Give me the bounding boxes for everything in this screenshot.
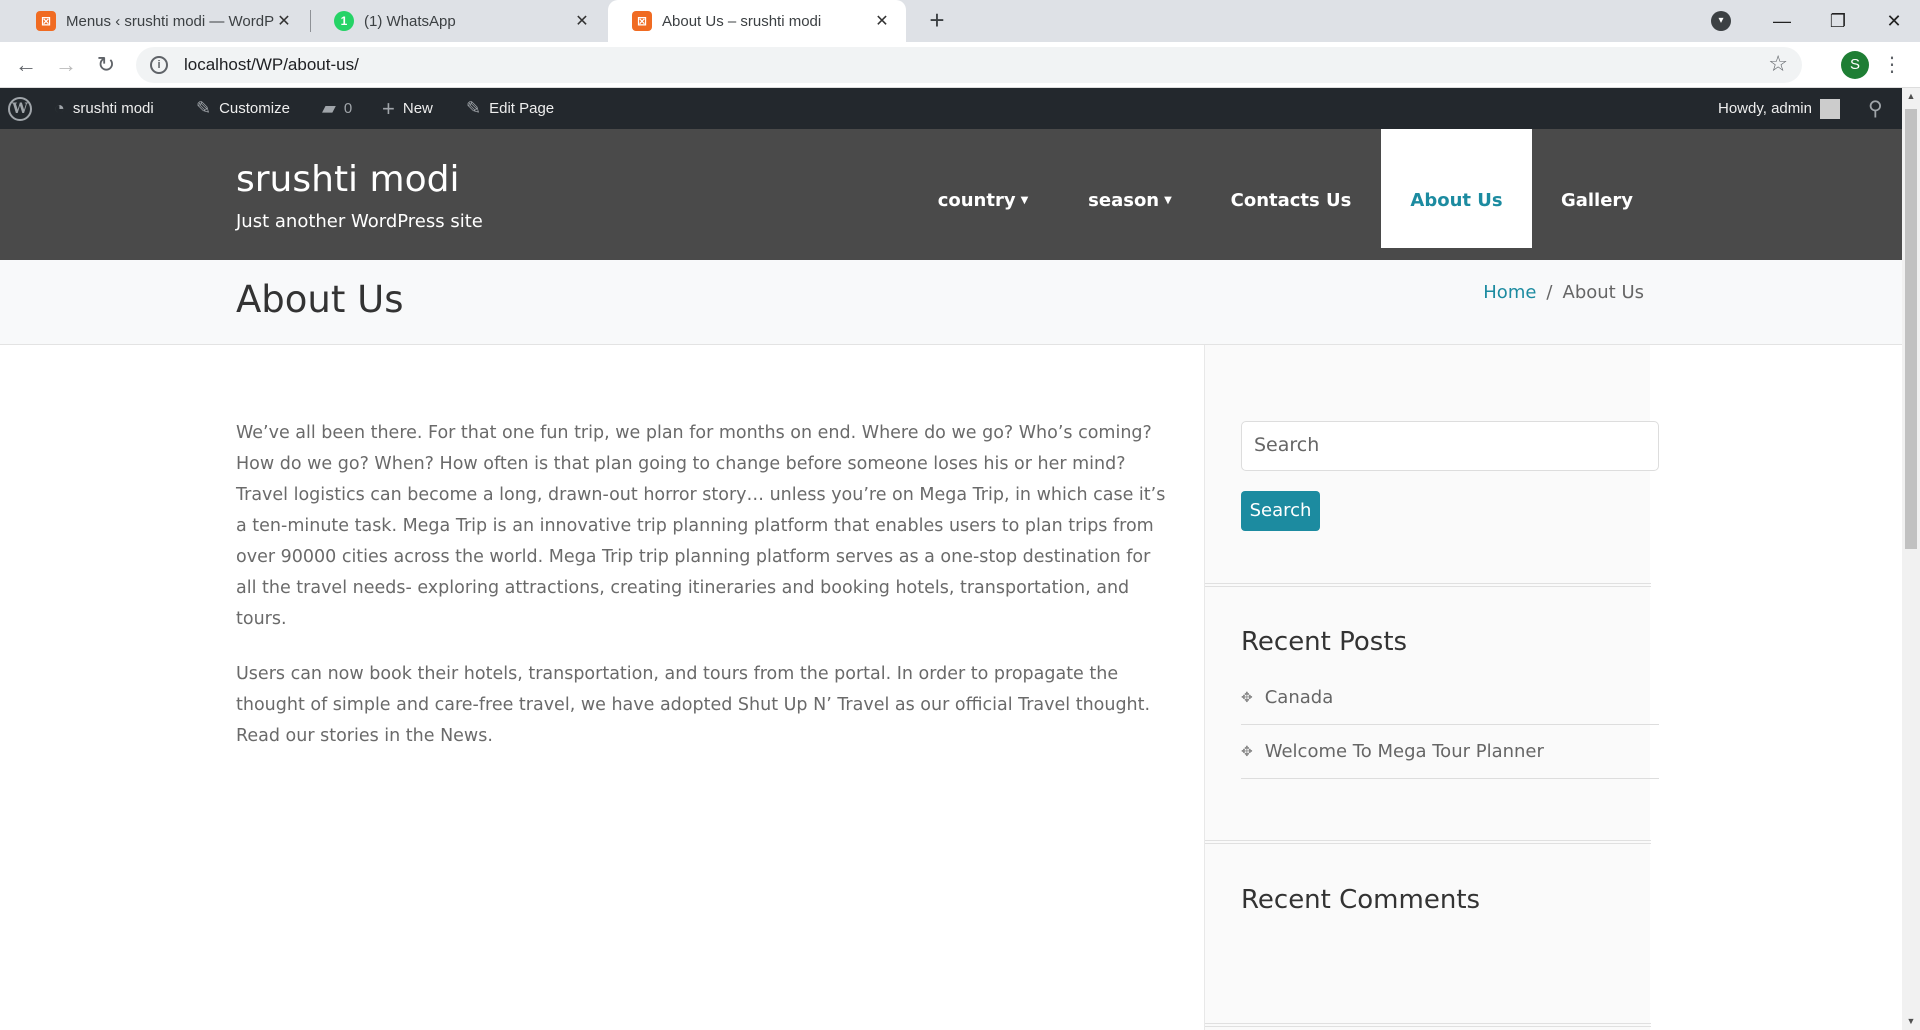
browser-toolbar: ← → ↻ i localhost/WP/about-us/ ☆ S ⋮ [0,42,1920,88]
close-icon[interactable]: ✕ [872,11,892,31]
browser-tab-strip: ⊠ Menus ‹ srushti modi — WordPre ✕ 1 (1)… [0,0,1920,42]
search-icon: ⚲ [1868,98,1883,120]
widget-divider [1205,840,1651,844]
admin-search-button[interactable]: ⚲ [1868,88,1883,129]
menu-item-label: About Us [1410,190,1503,211]
scroll-down-arrow-icon[interactable]: ▼ [1902,1013,1920,1030]
breadcrumb-current: About Us [1562,282,1645,303]
xampp-icon: ⊠ [632,11,652,31]
close-icon[interactable]: ✕ [572,11,592,31]
caret-down-icon: ▼ [1020,195,1029,206]
comments-link[interactable]: ▰ 0 [322,88,352,129]
close-icon[interactable]: ✕ [274,11,294,31]
search-button[interactable]: Search [1241,491,1320,531]
site-name-label: srushti modi [72,100,154,117]
page-title: About Us [236,278,404,321]
wordpress-logo-button[interactable]: W [8,88,32,129]
breadcrumb-separator: / [1546,282,1553,303]
site-header: srushti modi Just another WordPress site… [0,129,1902,260]
new-tab-button[interactable]: + [922,6,952,36]
menu-item-country[interactable]: country ▼ [908,129,1058,248]
content-paragraph: We’ve all been there. For that one fun t… [236,423,1166,629]
comments-count: 0 [343,100,353,117]
customize-link[interactable]: ✎ Customize [196,88,290,129]
menu-item-label: country [937,190,1016,211]
site-tagline: Just another WordPress site [236,211,483,232]
page-title-bar: About Us Home / About Us [0,260,1902,345]
tab-title: About Us – srushti modi [662,12,822,30]
menu-item-season[interactable]: season ▼ [1058,129,1202,248]
xampp-icon: ⊠ [36,11,56,31]
new-content-link[interactable]: + New [382,88,433,129]
site-name-link[interactable]: ◔ srushti modi [54,88,154,129]
menu-item-label: season [1088,190,1160,211]
user-avatar-icon [1819,98,1840,119]
edit-page-label: Edit Page [489,100,555,117]
minimize-button[interactable]: — [1754,0,1810,42]
menu-item-label: Contacts Us [1230,190,1352,211]
new-label: New [402,100,433,117]
menu-item-gallery[interactable]: Gallery [1532,129,1662,248]
wordpress-icon: W [8,96,32,121]
menu-item-label: Gallery [1560,190,1634,211]
tab-title: (1) WhatsApp [364,12,456,30]
breadcrumb-home-link[interactable]: Home [1483,282,1536,303]
widget-divider [1205,583,1651,587]
tab-title: Menus ‹ srushti modi — WordPre [66,12,274,30]
page-content: We’ve all been there. For that one fun t… [236,418,1176,776]
paintbrush-icon: ✎ [196,98,212,118]
edit-page-link[interactable]: ✎ Edit Page [466,88,554,129]
recent-post-link[interactable]: Welcome To Mega Tour Planner [1265,741,1544,762]
reload-icon[interactable]: ↻ [90,49,122,81]
tab-search-icon[interactable]: ▾ [1711,11,1731,31]
content-paragraph: Users can now book their hotels, transpo… [236,664,1151,746]
search-input[interactable]: Search [1241,421,1659,471]
info-icon[interactable]: i [150,56,168,74]
url-text: localhost/WP/about-us/ [184,55,359,74]
browser-menu-icon[interactable]: ⋮ [1882,51,1902,79]
recent-comments-title: Recent Comments [1241,885,1481,915]
recent-post-item[interactable]: ✥ Welcome To Mega Tour Planner [1241,725,1659,779]
widget-divider [1205,1023,1651,1027]
breadcrumb: Home / About Us [1483,282,1644,303]
window-close-button[interactable]: ✕ [1866,0,1920,42]
whatsapp-icon: 1 [334,11,354,31]
restore-button[interactable]: ❐ [1810,0,1866,42]
forward-arrow-icon[interactable]: → [50,49,82,81]
scroll-up-arrow-icon[interactable]: ▲ [1902,88,1920,105]
wp-admin-bar: W ◔ srushti modi ✎ Customize ▰ 0 + New ✎… [0,88,1902,129]
menu-item-contacts-us[interactable]: Contacts Us [1202,129,1380,248]
recent-post-link[interactable]: Canada [1265,687,1334,708]
page-viewport: W ◔ srushti modi ✎ Customize ▰ 0 + New ✎… [0,88,1902,1030]
plus-icon: + [382,95,395,121]
howdy-label: Howdy, admin [1718,100,1812,117]
browser-tab-about-us[interactable]: ⊠ About Us – srushti modi ✕ [608,0,906,42]
bullet-icon: ✥ [1241,689,1253,706]
bullet-icon: ✥ [1241,743,1253,760]
menu-item-about-us[interactable]: About Us [1381,129,1532,248]
account-menu[interactable]: Howdy, admin [1718,88,1840,129]
site-title[interactable]: srushti modi [236,159,459,200]
address-bar[interactable]: i localhost/WP/about-us/ ☆ [136,47,1802,83]
scrollbar-thumb[interactable] [1905,109,1917,549]
browser-tab-menus[interactable]: ⊠ Menus ‹ srushti modi — WordPre ✕ [12,0,308,42]
sidebar: Search Search Recent Posts ✥ Canada ✥ We… [1204,345,1659,1030]
profile-avatar[interactable]: S [1841,51,1869,79]
comment-bubble-icon: ▰ [322,98,336,118]
back-arrow-icon[interactable]: ← [10,49,42,81]
browser-tab-whatsapp[interactable]: 1 (1) WhatsApp ✕ [310,0,606,42]
pencil-icon: ✎ [466,98,482,118]
customize-label: Customize [219,100,290,117]
page-scrollbar[interactable]: ▲ ▼ [1902,88,1920,1030]
bookmark-star-icon[interactable]: ☆ [1768,51,1788,77]
caret-down-icon: ▼ [1164,195,1172,206]
recent-posts-title: Recent Posts [1241,627,1408,657]
dashboard-icon: ◔ [54,98,65,118]
recent-post-item[interactable]: ✥ Canada [1241,671,1659,725]
